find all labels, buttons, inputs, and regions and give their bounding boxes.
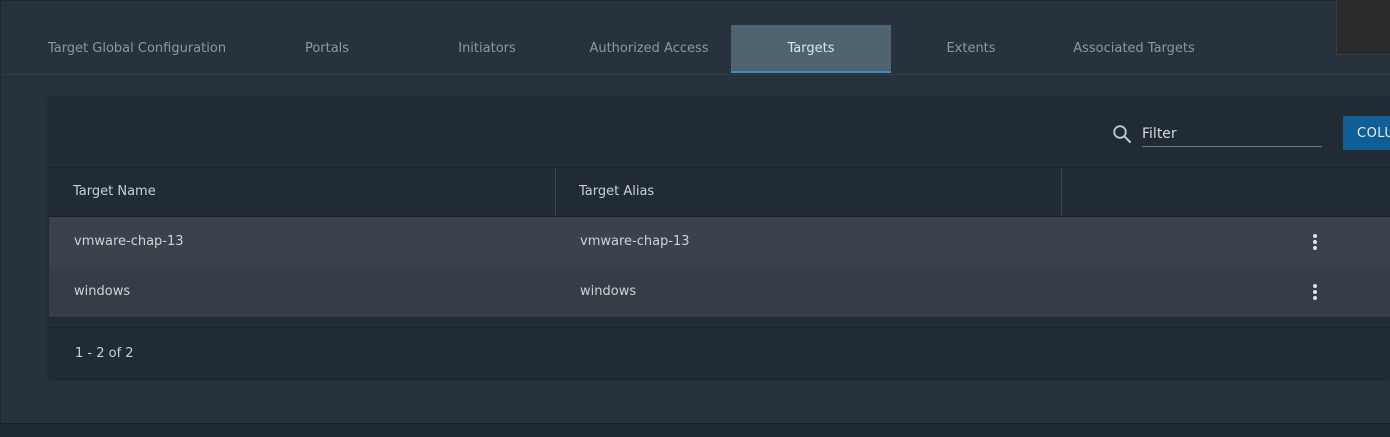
- tab-associated-targets[interactable]: Associated Targets: [1053, 25, 1215, 73]
- cell-target-alias: vmware-chap-13: [580, 234, 690, 249]
- table-footer: 1 - 2 of 2: [49, 327, 1390, 379]
- tab-bar: Target Global Configuration Portals Init…: [1, 25, 1390, 75]
- table-row[interactable]: windows windows: [49, 267, 1390, 317]
- tab-extents[interactable]: Extents: [891, 25, 1051, 73]
- targets-table-card: COLU Target Name Target Alias vmware-cha…: [49, 97, 1390, 378]
- tab-authorized-access[interactable]: Authorized Access: [569, 25, 729, 73]
- overlay-panel-corner: [1336, 0, 1390, 55]
- tab-target-global-configuration[interactable]: Target Global Configuration: [31, 25, 243, 73]
- cell-target-name: windows: [74, 284, 131, 299]
- row-actions-menu-icon[interactable]: [1307, 282, 1323, 302]
- tab-targets[interactable]: Targets: [731, 25, 891, 73]
- tab-initiators[interactable]: Initiators: [407, 25, 567, 73]
- cell-target-alias: windows: [580, 284, 637, 299]
- row-actions-menu-icon[interactable]: [1307, 232, 1323, 252]
- filter-input[interactable]: [1142, 122, 1322, 147]
- pagination-range: 1 - 2 of 2: [75, 346, 134, 361]
- columns-button[interactable]: COLU: [1343, 116, 1390, 150]
- table-toolbar: COLU: [49, 97, 1390, 168]
- cell-target-name: vmware-chap-13: [74, 234, 184, 249]
- table-header-row: Target Name Target Alias: [49, 168, 1390, 217]
- tab-portals[interactable]: Portals: [247, 25, 407, 73]
- table-row[interactable]: vmware-chap-13 vmware-chap-13: [49, 217, 1390, 267]
- search-icon: [1113, 125, 1131, 143]
- column-header-actions: [1061, 168, 1390, 216]
- iscsi-panel: Target Global Configuration Portals Init…: [1, 1, 1390, 424]
- column-header-target-alias[interactable]: Target Alias: [555, 168, 1062, 216]
- column-header-target-name[interactable]: Target Name: [49, 168, 556, 216]
